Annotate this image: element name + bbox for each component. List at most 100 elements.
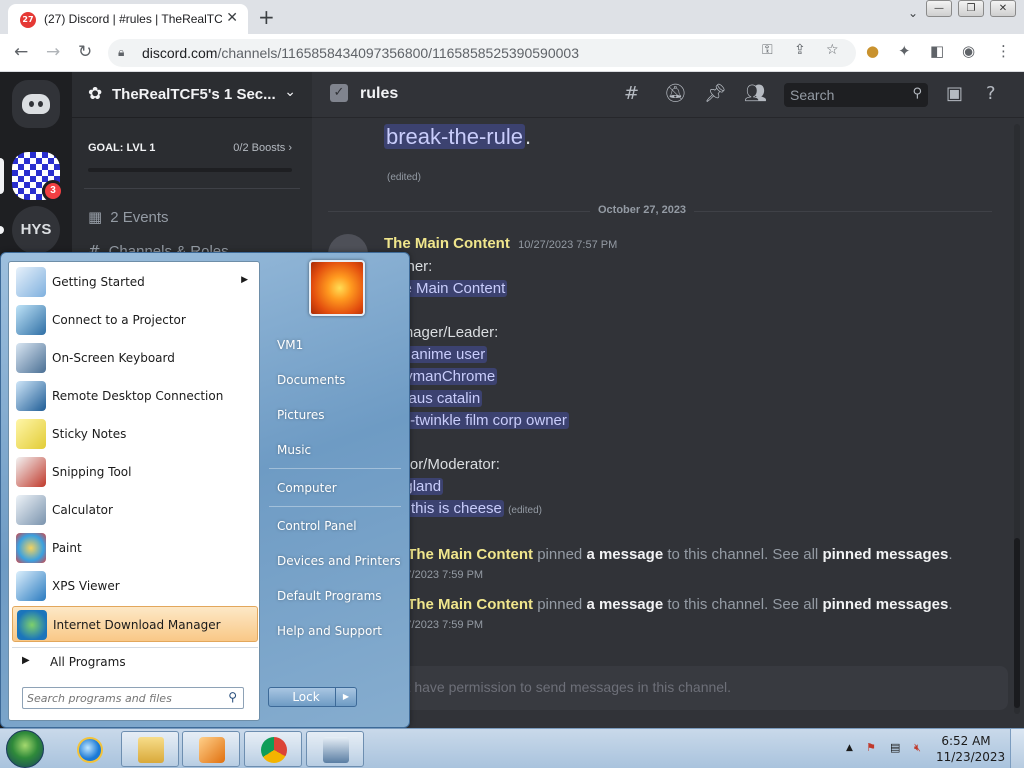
start-item-snipping-tool[interactable]: Snipping Tool xyxy=(12,454,258,490)
manager-mention-line: tcf5-twinkle film corp owner xyxy=(384,412,569,429)
start-item-sticky-notes[interactable]: Sticky Notes xyxy=(12,416,258,452)
start-item-label: XPS Viewer xyxy=(52,579,120,593)
pin-verb: pinned xyxy=(533,546,587,563)
search-box[interactable]: Search ⚲ xyxy=(784,83,928,107)
unread-pill xyxy=(0,226,4,234)
show-desktop-button[interactable] xyxy=(1010,729,1024,768)
tray-chevron-icon[interactable]: ▲ xyxy=(846,743,853,753)
start-item-idm[interactable]: Internet Download Manager xyxy=(12,606,258,642)
start-item-remote-desktop[interactable]: Remote Desktop Connection xyxy=(12,378,258,414)
mute-bell-icon[interactable]: 🔕︎ xyxy=(664,83,687,104)
channel-mention[interactable]: break-the-rule xyxy=(384,124,525,149)
pin-author[interactable]: The Main Content xyxy=(407,596,533,613)
start-item-label: Paint xyxy=(52,541,82,555)
sticky-notes-icon xyxy=(16,419,46,449)
start-link-documents[interactable]: Documents xyxy=(277,373,345,387)
new-tab-button[interactable]: + xyxy=(258,5,275,29)
menu-icon[interactable]: ⋮ xyxy=(996,42,1011,60)
address-bar[interactable]: 🔒︎ discord.com/channels/1165858434097356… xyxy=(108,39,856,67)
taskbar-internet-explorer[interactable] xyxy=(60,731,118,767)
lock-icon[interactable]: 🔒︎ xyxy=(118,45,124,60)
start-link-default-programs[interactable]: Default Programs xyxy=(277,589,382,603)
home-button[interactable] xyxy=(12,80,60,128)
tray-flag-icon[interactable]: ⚑ xyxy=(866,741,876,754)
all-programs-button[interactable]: ▶ All Programs xyxy=(12,647,258,675)
user-mention[interactable]: tcf5-twinkle film corp owner xyxy=(384,412,569,429)
sidebar-icon[interactable]: ◧ xyxy=(930,42,944,60)
browser-tab[interactable]: 27 (27) Discord | #rules | TheRealTCF5's… xyxy=(8,4,248,34)
start-link-control-panel[interactable]: Control Panel xyxy=(277,519,357,533)
lock-button[interactable]: Lock xyxy=(268,687,344,707)
tray-volume-muted-icon[interactable]: 🔇︎ xyxy=(914,741,921,755)
top-suffix: . xyxy=(524,124,532,149)
taskbar-explorer[interactable] xyxy=(121,731,179,767)
share-icon[interactable]: ⇪ xyxy=(794,42,806,58)
extensions-icon[interactable]: ✦ xyxy=(898,42,911,60)
threads-icon[interactable]: # xyxy=(624,83,639,104)
reload-icon[interactable]: ↻ xyxy=(78,42,92,62)
pinned-messages-link[interactable]: pinned messages xyxy=(822,546,948,563)
pin-mid: to this channel. See all xyxy=(663,546,823,563)
events-item[interactable]: ▦ 2 Events xyxy=(88,208,169,226)
close-window-button[interactable]: ✕ xyxy=(990,0,1016,17)
url-text[interactable]: discord.com/channels/1165858434097356800… xyxy=(142,45,579,61)
start-item-calculator[interactable]: Calculator xyxy=(12,492,258,528)
start-link-help-support[interactable]: Help and Support xyxy=(277,624,382,638)
pin-author[interactable]: The Main Content xyxy=(407,546,533,563)
getting-started-icon xyxy=(16,267,46,297)
clock-time: 6:52 AM xyxy=(941,734,991,748)
browser-toolbar: ← → ↻ 🔒︎ discord.com/channels/1165858434… xyxy=(0,34,1024,72)
boosts-count[interactable]: 0/2 Boosts › xyxy=(233,142,292,154)
taskbar-media-player[interactable] xyxy=(182,731,240,767)
shutdown-options-arrow-icon[interactable]: ▶ xyxy=(335,687,357,707)
start-item-on-screen-keyboard[interactable]: On-Screen Keyboard xyxy=(12,340,258,376)
pin-end: . xyxy=(948,596,953,613)
start-orb-windows-icon[interactable] xyxy=(6,730,44,768)
tab-search-icon[interactable]: ⌄ xyxy=(908,6,918,20)
start-link-computer[interactable]: Computer xyxy=(277,481,337,495)
cookie-icon[interactable]: ● xyxy=(866,42,879,60)
start-link-pictures[interactable]: Pictures xyxy=(277,408,325,422)
start-search-input[interactable] xyxy=(27,690,217,706)
taskbar-clock[interactable]: 6:52 AM 11/23/2023 xyxy=(936,733,1005,765)
key-icon[interactable]: ⚿ xyxy=(762,42,773,58)
pin-mid: to this channel. See all xyxy=(663,596,823,613)
start-right-divider xyxy=(269,468,401,469)
paint-icon xyxy=(16,533,46,563)
member-list-icon[interactable]: 👥︎ xyxy=(744,83,767,104)
pin-icon[interactable]: 📌︎ xyxy=(704,83,727,104)
star-icon[interactable]: ☆ xyxy=(826,42,839,58)
pinned-messages-link[interactable]: pinned messages xyxy=(822,596,948,613)
server-icon-hys[interactable]: HYS xyxy=(12,206,60,254)
start-item-xps-viewer[interactable]: XPS Viewer xyxy=(12,568,258,604)
taskbar-on-screen-keyboard[interactable] xyxy=(306,731,364,767)
start-item-getting-started[interactable]: Getting Started ▶ xyxy=(12,264,258,300)
tray-network-icon[interactable]: ▤ xyxy=(890,741,900,754)
start-item-projector[interactable]: Connect to a Projector xyxy=(12,302,258,338)
start-link-music[interactable]: Music xyxy=(277,443,311,457)
folder-icon xyxy=(138,737,164,763)
profile-icon[interactable]: ◉ xyxy=(962,42,975,60)
start-item-paint[interactable]: Paint xyxy=(12,530,258,566)
server-header[interactable]: ✿ TheRealTCF5's 1 Sec... ⌄ xyxy=(72,72,312,118)
calculator-icon xyxy=(16,495,46,525)
start-link-devices-printers[interactable]: Devices and Printers xyxy=(277,554,401,568)
tab-close-icon[interactable]: ✕ xyxy=(226,10,238,26)
back-icon[interactable]: ← xyxy=(14,42,28,62)
start-link-user[interactable]: VM1 xyxy=(277,338,303,352)
start-search-box[interactable]: ⚲ xyxy=(22,687,244,709)
user-picture[interactable] xyxy=(309,260,365,316)
events-label: 2 Events xyxy=(110,209,169,226)
pinned-message-link[interactable]: a message xyxy=(586,596,663,613)
pinned-message-link[interactable]: a message xyxy=(586,546,663,563)
taskbar-chrome[interactable] xyxy=(244,731,302,767)
inbox-icon[interactable]: ▣ xyxy=(946,83,963,104)
restore-button[interactable]: ❐ xyxy=(958,0,984,17)
forward-icon[interactable]: → xyxy=(46,42,60,62)
rules-channel-icon: ✓ xyxy=(330,84,348,102)
help-icon[interactable]: ? xyxy=(986,83,996,104)
pin-end: . xyxy=(948,546,953,563)
scrollbar-thumb[interactable] xyxy=(1014,538,1020,708)
message-author[interactable]: The Main Content xyxy=(384,235,510,252)
minimize-button[interactable]: — xyxy=(926,0,952,17)
